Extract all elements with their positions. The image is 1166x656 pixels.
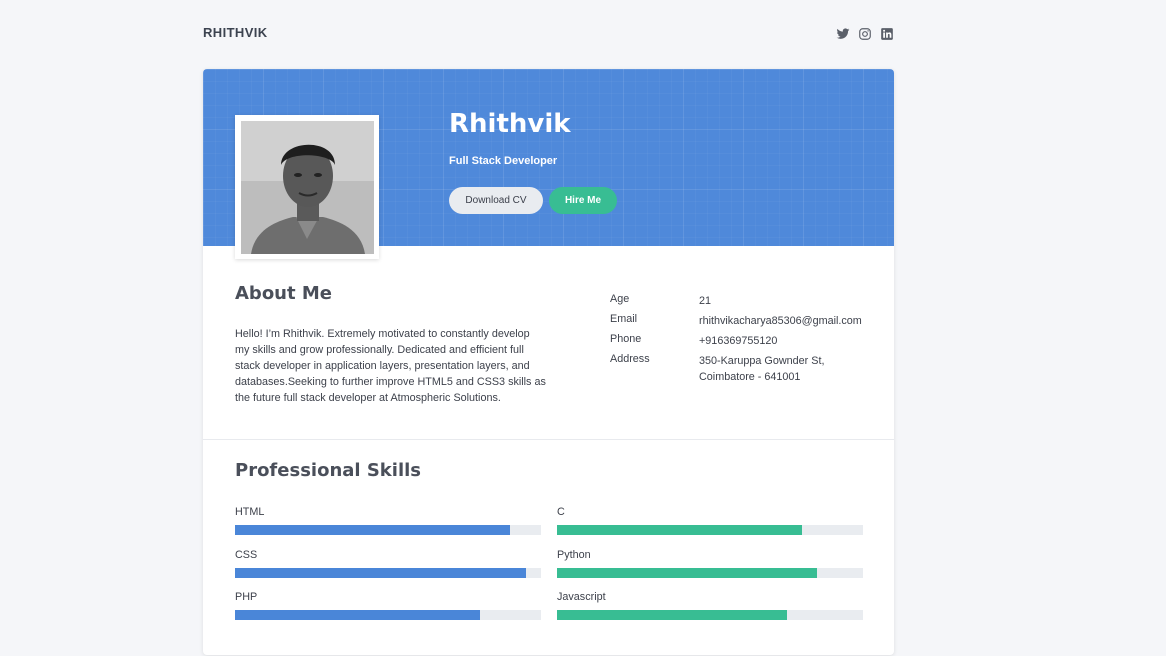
skill-bar: [557, 568, 818, 578]
brand-logo[interactable]: RHITHVIK: [203, 25, 268, 40]
about-line: databases.Seeking to further improve HTM…: [235, 376, 546, 388]
skills-title: Professional Skills: [235, 460, 421, 481]
info-key: Age: [610, 293, 630, 305]
download-cv-button[interactable]: Download CV: [449, 187, 543, 214]
twitter-icon[interactable]: [836, 26, 850, 40]
info-value[interactable]: rhithvikacharya85306@gmail.com: [699, 313, 889, 329]
profile-role: Full Stack Developer: [449, 155, 558, 167]
profile-photo: [235, 115, 379, 259]
section-divider: [203, 439, 894, 440]
skill-css: CSS: [235, 549, 541, 589]
info-key: Address: [610, 353, 650, 365]
skill-name: HTML: [235, 506, 265, 518]
skill-name: Javascript: [557, 591, 606, 603]
resume-card: Rhithvik Full Stack Developer Download C…: [203, 69, 894, 655]
skill-track: [235, 568, 541, 578]
about-title: About Me: [235, 283, 332, 304]
skill-track: [557, 610, 863, 620]
instagram-icon[interactable]: [858, 26, 872, 40]
about-text: Hello! I’m Rhithvik. Extremely motivated…: [235, 326, 547, 406]
address-line: 350-Karuppa Gownder St,: [699, 355, 825, 367]
skill-track: [235, 525, 541, 535]
about-line: my skills and grow professionally. Dedic…: [235, 344, 524, 356]
about-line: Hello! I’m Rhithvik. Extremely motivated…: [235, 328, 530, 340]
about-line: the future full stack developer at Atmos…: [235, 392, 501, 404]
info-key: Email: [610, 313, 637, 325]
skill-python: Python: [557, 549, 863, 589]
skill-name: CSS: [235, 549, 258, 561]
skill-name: Python: [557, 549, 591, 561]
profile-name: Rhithvik: [449, 109, 571, 139]
linkedin-icon[interactable]: [880, 26, 894, 40]
skill-bar: [557, 610, 787, 620]
skill-php: PHP: [235, 591, 541, 631]
skill-c: C: [557, 506, 863, 546]
skill-name: PHP: [235, 591, 258, 603]
top-bar: RHITHVIK: [203, 0, 894, 69]
info-value: 21: [699, 295, 712, 307]
about-line: stack developer in application layers, p…: [235, 360, 530, 372]
skill-html: HTML: [235, 506, 541, 546]
info-value[interactable]: +916369755120: [699, 333, 889, 349]
skill-javascript: Javascript: [557, 591, 863, 631]
skill-bar: [557, 525, 802, 535]
address-line: Coimbatore - 641001: [699, 371, 801, 383]
skill-bar: [235, 610, 480, 620]
skill-track: [557, 525, 863, 535]
info-key: Phone: [610, 333, 642, 345]
skill-bar: [235, 525, 511, 535]
hire-me-button[interactable]: Hire Me: [549, 187, 617, 214]
skill-track: [235, 610, 541, 620]
skill-track: [557, 568, 863, 578]
skill-name: C: [557, 506, 565, 518]
skill-bar: [235, 568, 526, 578]
info-value: 350-Karuppa Gownder St, Coimbatore - 641…: [699, 353, 889, 385]
social-links: [836, 26, 894, 40]
